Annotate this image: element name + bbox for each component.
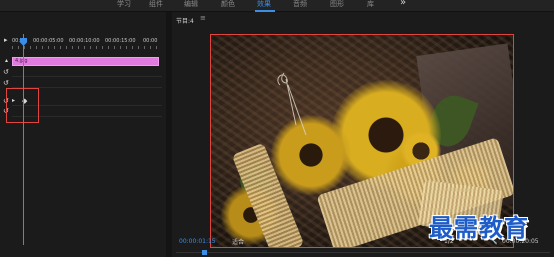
workspace-tab-color[interactable]: 颜色 [221, 0, 235, 9]
monitor-scrub-bar[interactable] [176, 252, 550, 253]
clip-label: 4.jpg [15, 58, 28, 64]
monitor-playhead[interactable] [202, 250, 207, 255]
current-timecode[interactable]: 00:00:01:15 [179, 238, 216, 245]
workspace-tab-effects[interactable]: 效果 [257, 0, 271, 9]
effect-toggle-icon[interactable]: ▴ [5, 57, 8, 65]
program-monitor-title[interactable]: 节目:4 [176, 16, 194, 25]
reset-icon[interactable]: ↺ [3, 68, 9, 76]
workspace-tab-libraries[interactable]: 库 [367, 0, 374, 9]
ruler-label: 00:00:10:00 [69, 38, 100, 44]
workspace-tab-assembly[interactable]: 组件 [149, 0, 163, 9]
double-chevron-right-icon[interactable]: » [400, 0, 406, 8]
ruler-label: 00:00 [143, 38, 158, 44]
timeline-settings-icon[interactable]: ▸ [4, 36, 8, 44]
workspace-tab-graphics[interactable]: 图形 [330, 0, 344, 9]
workspace-tab-audio[interactable]: 音频 [293, 0, 307, 9]
ruler-ticks [12, 46, 162, 49]
timeline-panel: ▸ 00:00 00:00:05:00 00:00:10:00 00:00:15… [0, 12, 166, 257]
workspace-bar: 学习 组件 编辑 颜色 效果 音频 图形 库 » [0, 0, 554, 12]
reset-icon[interactable]: ↺ [3, 79, 9, 87]
track-divider [12, 76, 162, 77]
playhead-line [23, 34, 24, 245]
workspace-tab-editing[interactable]: 编辑 [184, 0, 198, 9]
ruler-label: 00:00:05:00 [33, 38, 64, 44]
watermark-text: 最需教育 [429, 213, 529, 242]
hamburger-icon[interactable]: ≡ [200, 14, 206, 22]
ruler-label: 00:00:15:00 [105, 38, 136, 44]
clip-bar[interactable]: 4.jpg [12, 57, 159, 66]
wire-decoration [277, 72, 307, 136]
workspace-tab-learn[interactable]: 学习 [117, 0, 131, 9]
chevron-down-icon[interactable]: ▾ [266, 238, 269, 244]
